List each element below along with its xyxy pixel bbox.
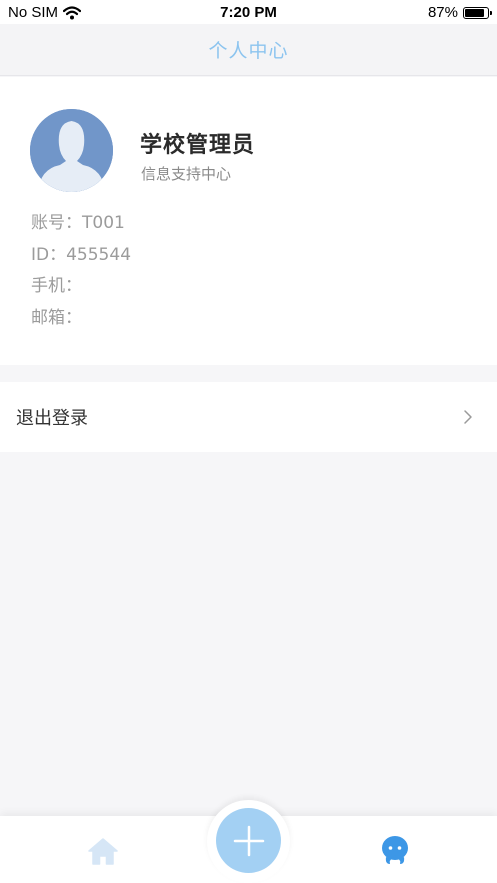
status-right: 87% [427, 4, 492, 21]
account-label: 账号： [31, 213, 82, 233]
nav-bar: 个人中心 [0, 24, 497, 76]
id-row: ID：455544 [31, 243, 131, 275]
add-icon [233, 825, 264, 856]
email-label: 邮箱： [31, 307, 82, 328]
status-time: 7:20 PM [220, 4, 277, 21]
id-label: ID： [31, 244, 67, 265]
user-name: 学校管理员 [140, 133, 256, 158]
chevron-right-icon [464, 410, 472, 424]
logout-button[interactable]: 退出登录 [0, 382, 497, 452]
account-row: 账号：T001 [31, 211, 131, 243]
phone-row: 手机： [31, 274, 131, 306]
profile-card: 学校管理员 信息支持中心 账号：T001 ID：455544 手机： 邮箱： [0, 77, 497, 365]
logout-label: 退出登录 [16, 408, 88, 429]
id-value: 455544 [66, 244, 132, 265]
default-avatar-icon [30, 109, 113, 192]
status-bar: No SIM 7:20 PM 87% [0, 0, 497, 24]
page-title: 个人中心 [208, 40, 289, 62]
battery-icon [463, 6, 492, 19]
user-organization: 信息支持中心 [141, 165, 232, 183]
add-button[interactable] [216, 808, 281, 873]
phone-label: 手机： [31, 276, 82, 296]
battery-percent: 87% [427, 4, 458, 21]
account-value: T001 [82, 213, 125, 233]
home-icon[interactable] [88, 837, 118, 865]
chat-icon[interactable] [380, 835, 410, 865]
battery-fill [465, 8, 485, 17]
email-row: 邮箱： [31, 306, 131, 338]
info-list: 账号：T001 ID：455544 手机： 邮箱： [31, 211, 131, 337]
